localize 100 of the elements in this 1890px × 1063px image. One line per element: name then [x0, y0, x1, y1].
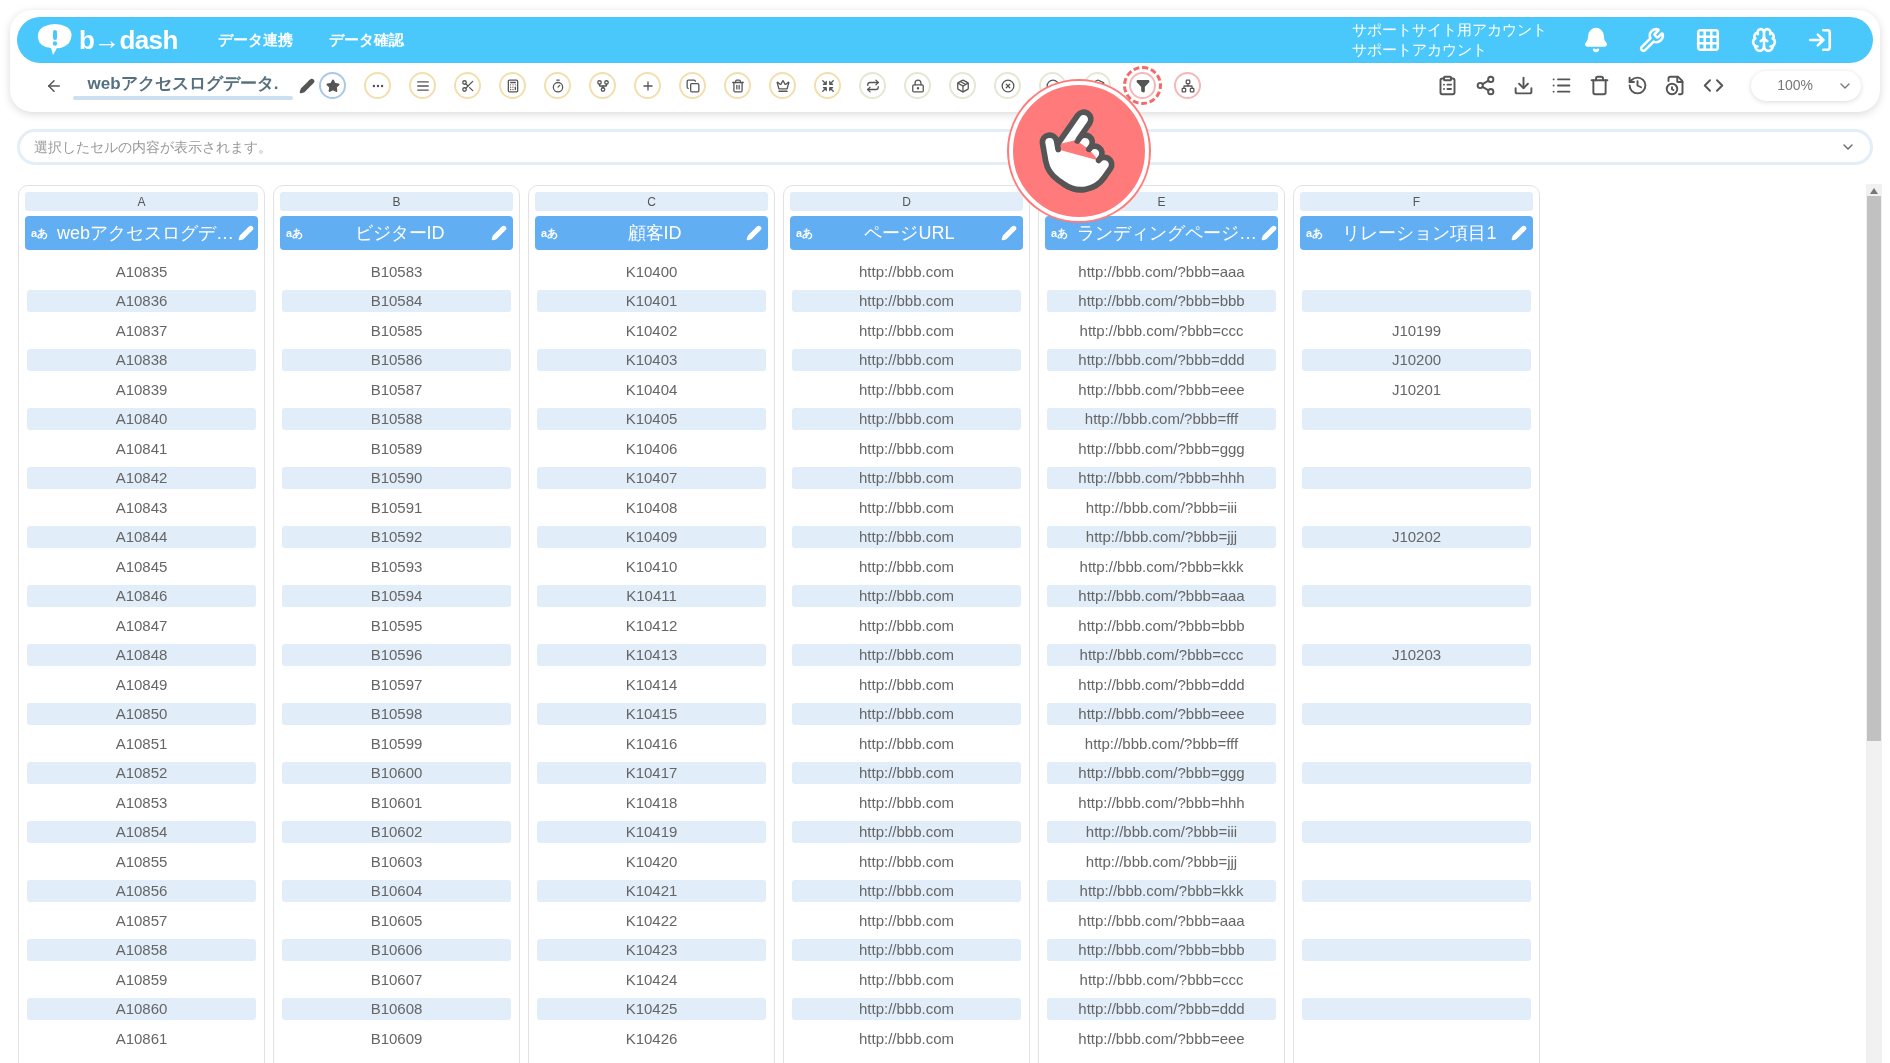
zoom-select[interactable]: 100%	[1751, 70, 1861, 101]
table-cell-text: http://bbb.com/?bbb=jjj	[1084, 851, 1239, 872]
table-cell: http://bbb.com	[792, 290, 1021, 313]
tool-button[interactable]	[859, 72, 886, 99]
column-header[interactable]: aあ ページURL	[790, 216, 1023, 250]
table-cell: http://bbb.com/?bbb=fff	[1047, 408, 1276, 431]
column-header[interactable]: aあ ビジターID	[280, 216, 513, 250]
column-letter[interactable]: A	[25, 192, 258, 211]
table-cell: http://bbb.com	[792, 703, 1021, 726]
table-cell-text: A10849	[114, 674, 169, 695]
table-cell-text: http://bbb.com/?bbb=kkk	[1078, 556, 1245, 577]
crown-icon	[775, 78, 790, 93]
column-header[interactable]: aあ webアクセスログデ…	[25, 216, 258, 250]
grid-icon	[1695, 27, 1721, 53]
type-label: aあ	[1306, 225, 1325, 241]
table-cell-text: http://bbb.com	[857, 379, 956, 400]
table-cell: B10594	[282, 585, 511, 608]
download-icon	[1512, 75, 1534, 96]
table-cell: A10848	[27, 644, 256, 667]
table-cell-text: K10406	[624, 438, 679, 459]
table-cell-text: A10851	[114, 733, 169, 754]
sheet-title: webアクセスログデータ.	[86, 73, 280, 96]
table-cell: http://bbb.com/?bbb=bbb	[1047, 939, 1276, 962]
table-cell: http://bbb.com/?bbb=ddd	[1047, 349, 1276, 372]
table-cell-text: B10595	[369, 615, 424, 636]
table-cell: http://bbb.com	[792, 526, 1021, 549]
tool-button[interactable]	[679, 72, 706, 99]
tool-button[interactable]	[814, 72, 841, 99]
scroll-up-icon[interactable]	[1870, 188, 1878, 194]
tool-button[interactable]	[544, 72, 571, 99]
share-icon	[1474, 75, 1496, 96]
column-name: ページURL	[863, 221, 956, 245]
column-header[interactable]: aあ リレーション項目1	[1300, 216, 1533, 250]
tool-button[interactable]	[634, 72, 661, 99]
tool-button[interactable]	[949, 72, 976, 99]
table-cell-text: http://bbb.com/?bbb=ggg	[1077, 438, 1246, 459]
table-cell-text: http://bbb.com	[857, 438, 956, 459]
table-cell-text: http://bbb.com/?bbb=ddd	[1077, 674, 1246, 695]
table-cell-text: A10843	[114, 497, 169, 518]
column-header[interactable]: aあ ランディングページ…	[1045, 216, 1278, 250]
column-header[interactable]: aあ 顧客ID	[535, 216, 768, 250]
table-cell: K10421	[537, 880, 766, 903]
filter-icon	[1135, 78, 1150, 93]
column-letter[interactable]: B	[280, 192, 513, 211]
table-cell: K10409	[537, 526, 766, 549]
table-cell: J10203	[1302, 644, 1531, 667]
tool-button[interactable]	[589, 72, 616, 99]
table-cell-text: B10587	[369, 379, 424, 400]
star-icon	[325, 78, 340, 93]
tool-button[interactable]	[994, 72, 1021, 99]
table-cell-text: B10591	[369, 497, 424, 518]
table-cell-text: http://bbb.com/?bbb=fff	[1083, 733, 1240, 754]
tool-button[interactable]	[769, 72, 796, 99]
table-cell: A10844	[27, 526, 256, 549]
tool-button[interactable]	[724, 72, 751, 99]
trash-icon	[1588, 75, 1610, 96]
scrollbar[interactable]	[1866, 184, 1882, 1063]
table-cell: http://bbb.com/?bbb=ggg	[1047, 762, 1276, 785]
bell-icon	[1583, 27, 1609, 53]
edit-icon[interactable]	[299, 77, 315, 94]
tool-button[interactable]	[1174, 72, 1201, 99]
column-letter[interactable]: D	[790, 192, 1023, 211]
type-label: aあ	[541, 225, 560, 241]
brain-icon	[1751, 27, 1777, 53]
table-cell: http://bbb.com	[792, 762, 1021, 785]
nav-link[interactable]: データ確認	[328, 28, 404, 52]
table-cell-text: K10400	[624, 261, 679, 282]
table-cell-text: K10402	[624, 320, 679, 341]
table-cell-text: http://bbb.com	[857, 851, 956, 872]
tool-button[interactable]	[499, 72, 526, 99]
table-cell: A10852	[27, 762, 256, 785]
table-cell: http://bbb.com/?bbb=iii	[1047, 821, 1276, 844]
scissors-icon	[460, 78, 475, 93]
table-cell-text: A10859	[114, 969, 169, 990]
table-cell-text: http://bbb.com/?bbb=ccc	[1078, 969, 1245, 990]
table-cell: http://bbb.com	[792, 939, 1021, 962]
table-cell-text: K10424	[624, 969, 679, 990]
table-cell-text: http://bbb.com/?bbb=ccc	[1078, 320, 1245, 341]
table-cell: B10586	[282, 349, 511, 372]
column-name: 顧客ID	[626, 221, 683, 245]
tool-button[interactable]	[409, 72, 436, 99]
table-cell-text: K10408	[624, 497, 679, 518]
tool-button[interactable]	[319, 72, 346, 99]
table-cell: http://bbb.com	[792, 821, 1021, 844]
table-cell-text: A10857	[114, 910, 169, 931]
table-cell: http://bbb.com	[792, 585, 1021, 608]
nav-link[interactable]: データ連携	[217, 28, 293, 52]
table-cell-text: K10404	[624, 379, 679, 400]
tool-button[interactable]	[454, 72, 481, 99]
column-name: リレーション項目1	[1341, 221, 1498, 245]
table-cell: K10425	[537, 998, 766, 1021]
column-letter[interactable]: C	[535, 192, 768, 211]
table-cell: http://bbb.com/?bbb=bbb	[1047, 290, 1276, 313]
column-letter[interactable]: F	[1300, 192, 1533, 211]
tool-button[interactable]	[904, 72, 931, 99]
table-cell-text: http://bbb.com	[857, 1028, 956, 1049]
scrollbar-thumb[interactable]	[1867, 196, 1881, 741]
table-cell-text: http://bbb.com	[857, 733, 956, 754]
table-cell: K10415	[537, 703, 766, 726]
table-cell-text: http://bbb.com/?bbb=aaa	[1077, 261, 1246, 282]
